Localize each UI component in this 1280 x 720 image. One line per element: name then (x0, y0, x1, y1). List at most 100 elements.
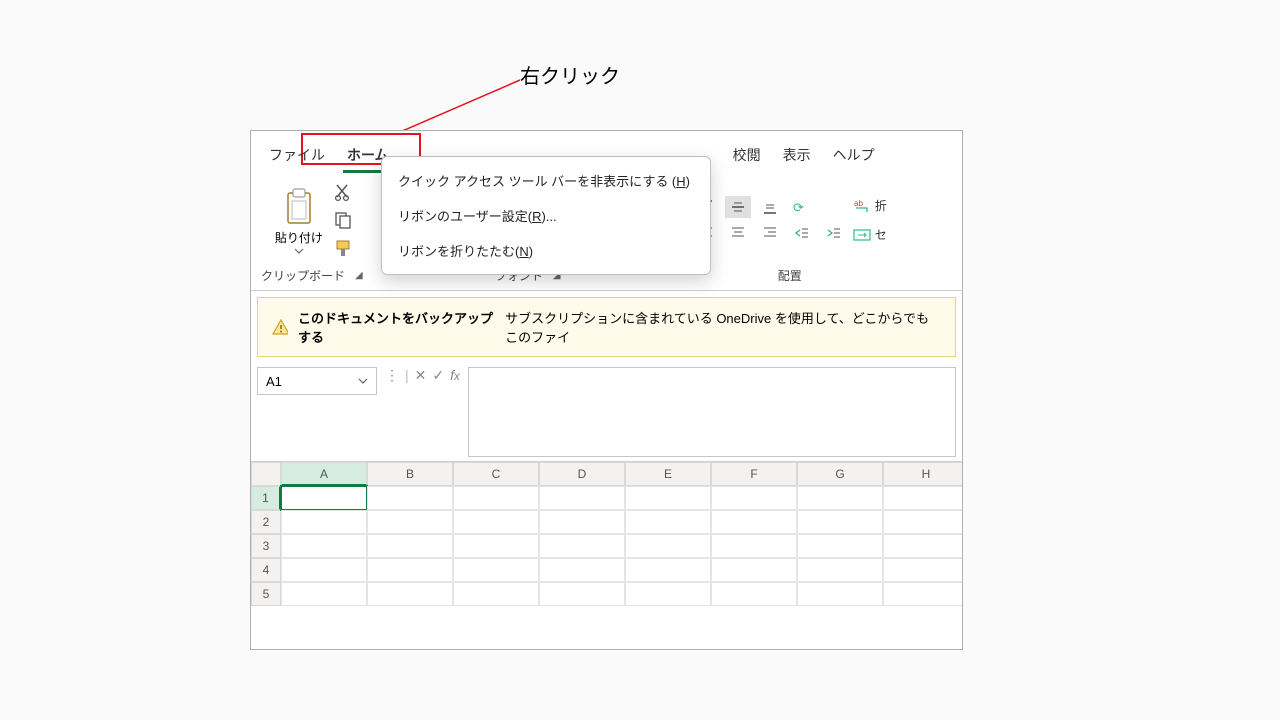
cell[interactable] (711, 534, 797, 558)
cell[interactable] (539, 510, 625, 534)
format-painter-icon[interactable] (333, 238, 353, 258)
cell[interactable] (883, 486, 963, 510)
cell[interactable] (539, 534, 625, 558)
column-header[interactable]: F (711, 462, 797, 486)
cell[interactable] (453, 558, 539, 582)
column-header[interactable]: A (281, 462, 367, 486)
menu-hotkey: H (676, 174, 685, 189)
orientation-button[interactable]: ⟳ (789, 196, 815, 218)
fx-icon[interactable]: fx (450, 367, 460, 457)
align-middle-button[interactable] (725, 196, 751, 218)
column-header[interactable]: E (625, 462, 711, 486)
cell[interactable] (711, 582, 797, 606)
cell[interactable] (539, 558, 625, 582)
spreadsheet-grid: 12345 ABCDEFGH (251, 462, 962, 606)
cell[interactable] (883, 558, 963, 582)
chevron-down-icon (358, 378, 368, 384)
cell[interactable] (625, 534, 711, 558)
merge-label: セ (875, 226, 887, 243)
cell[interactable] (797, 486, 883, 510)
tab-review[interactable]: 校閲 (723, 139, 771, 171)
formula-bar-buttons: ⋮ | ✕ ✓ fx (385, 367, 460, 457)
cell[interactable] (453, 510, 539, 534)
row-header[interactable]: 1 (251, 486, 281, 510)
cell[interactable] (625, 510, 711, 534)
cell[interactable] (281, 534, 367, 558)
cell[interactable] (883, 582, 963, 606)
cell[interactable] (797, 510, 883, 534)
formula-input[interactable] (468, 367, 956, 457)
cell[interactable] (711, 486, 797, 510)
cell[interactable] (281, 486, 367, 510)
cut-icon[interactable] (333, 182, 353, 202)
align-bottom-button[interactable] (757, 196, 783, 218)
row-header[interactable]: 4 (251, 558, 281, 582)
wrap-label: 折 (875, 197, 887, 214)
cell[interactable] (281, 582, 367, 606)
wrap-text-icon: ab (853, 198, 871, 214)
formula-bar: A1 ⋮ | ✕ ✓ fx (251, 363, 962, 462)
ribbon-context-menu: クイック アクセス ツール バーを非表示にする (H) リボンのユーザー設定(R… (381, 156, 711, 275)
alignment-buttons: ⟳ (693, 196, 847, 244)
row-header[interactable]: 3 (251, 534, 281, 558)
menu-label: ) (686, 174, 690, 189)
cell[interactable] (367, 510, 453, 534)
cell[interactable] (367, 534, 453, 558)
column-header[interactable]: G (797, 462, 883, 486)
column-header[interactable]: D (539, 462, 625, 486)
menu-hide-qat[interactable]: クイック アクセス ツール バーを非表示にする (H) (382, 163, 710, 198)
paste-button[interactable]: 貼り付け (271, 185, 327, 256)
align-center-button[interactable] (725, 222, 751, 244)
row-header[interactable]: 2 (251, 510, 281, 534)
tab-file[interactable]: ファイル (259, 139, 335, 171)
copy-icon[interactable] (333, 210, 353, 230)
cell[interactable] (453, 486, 539, 510)
select-all-corner[interactable] (251, 462, 281, 486)
menu-collapse-ribbon[interactable]: リボンを折りたたむ(N) (382, 233, 710, 268)
cell[interactable] (797, 582, 883, 606)
cell[interactable] (625, 582, 711, 606)
cell[interactable] (281, 510, 367, 534)
menu-label: )... (541, 209, 556, 224)
cell[interactable] (883, 510, 963, 534)
cell[interactable] (367, 486, 453, 510)
cell[interactable] (883, 534, 963, 558)
paste-label: 貼り付け (275, 229, 323, 246)
cell[interactable] (281, 558, 367, 582)
row-header[interactable]: 5 (251, 582, 281, 606)
warning-icon (272, 318, 288, 336)
tab-view[interactable]: 表示 (773, 139, 821, 171)
enter-icon[interactable]: ✓ (432, 367, 444, 457)
cell[interactable] (539, 486, 625, 510)
cell[interactable] (453, 534, 539, 558)
dialog-launcher-icon[interactable]: ◢ (355, 270, 363, 281)
cell[interactable] (367, 582, 453, 606)
merge-icon (853, 227, 871, 243)
column-header[interactable]: B (367, 462, 453, 486)
name-box[interactable]: A1 (257, 367, 377, 395)
cell[interactable] (797, 534, 883, 558)
cell[interactable] (453, 582, 539, 606)
column-header[interactable]: C (453, 462, 539, 486)
wrap-text-button[interactable]: ab 折 (853, 197, 887, 214)
menu-customize-ribbon[interactable]: リボンのユーザー設定(R)... (382, 198, 710, 233)
cell[interactable] (797, 558, 883, 582)
cell[interactable] (711, 510, 797, 534)
cell[interactable] (539, 582, 625, 606)
message-bar: このドキュメントをバックアップする サブスクリプションに含まれている OneDr… (257, 297, 956, 357)
decrease-indent-button[interactable] (789, 222, 815, 244)
column-header[interactable]: H (883, 462, 963, 486)
group-label-clipboard: クリップボード (261, 267, 345, 284)
tab-help[interactable]: ヘルプ (823, 139, 885, 171)
cell[interactable] (711, 558, 797, 582)
more-icon[interactable]: ⋮ (385, 367, 399, 457)
cell[interactable] (625, 558, 711, 582)
cell[interactable] (625, 486, 711, 510)
ribbon-group-alignment: ⟳ ab 折 (693, 181, 887, 288)
merge-cells-button[interactable]: セ (853, 226, 887, 243)
cell[interactable] (367, 558, 453, 582)
increase-indent-button[interactable] (821, 222, 847, 244)
align-right-button[interactable] (757, 222, 783, 244)
group-label-alignment: 配置 (778, 267, 802, 284)
cancel-icon[interactable]: ✕ (415, 367, 427, 457)
